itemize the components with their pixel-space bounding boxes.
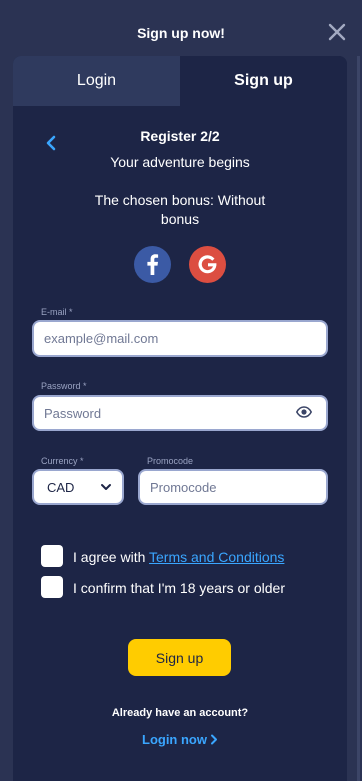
currency-label: Currency * bbox=[41, 456, 84, 466]
scrollbar[interactable] bbox=[357, 56, 360, 781]
signup-card: Login Sign up Register 2/2 Your adventur… bbox=[13, 56, 347, 781]
promocode-field[interactable] bbox=[138, 469, 328, 505]
currency-select[interactable]: CAD bbox=[32, 469, 124, 505]
close-icon bbox=[328, 23, 346, 41]
currency-value: CAD bbox=[47, 480, 75, 495]
google-signup-button[interactable] bbox=[189, 246, 226, 283]
signup-submit-button[interactable]: Sign up bbox=[128, 639, 231, 676]
terms-link[interactable]: Terms and Conditions bbox=[149, 549, 284, 565]
login-now-label: Login now bbox=[142, 732, 207, 747]
facebook-icon bbox=[147, 254, 159, 275]
terms-checkbox[interactable] bbox=[41, 545, 63, 567]
register-step-title: Register 2/2 bbox=[140, 128, 220, 144]
register-subtitle: Your adventure begins bbox=[110, 154, 250, 170]
tab-signup[interactable]: Sign up bbox=[180, 56, 347, 106]
promocode-label: Promocode bbox=[147, 456, 194, 466]
chevron-right-icon bbox=[210, 734, 217, 745]
password-label: Password * bbox=[41, 381, 87, 391]
age-confirm-text: I confirm that I'm 18 years or older bbox=[73, 580, 285, 596]
auth-tabs: Login Sign up bbox=[13, 56, 347, 106]
have-account-text: Already have an account? bbox=[111, 707, 249, 719]
modal-header: Sign up now! bbox=[0, 0, 362, 56]
login-now-link[interactable]: Login now bbox=[13, 732, 347, 747]
email-field[interactable] bbox=[32, 320, 328, 357]
show-password-button[interactable] bbox=[295, 405, 313, 419]
close-button[interactable] bbox=[326, 21, 348, 43]
facebook-signup-button[interactable] bbox=[134, 246, 171, 283]
chosen-bonus-text: The chosen bonus: Without bonus bbox=[94, 192, 266, 227]
email-label: E-mail * bbox=[41, 307, 73, 317]
eye-icon bbox=[295, 406, 313, 418]
terms-agreement-text: I agree with Terms and Conditions bbox=[73, 549, 284, 565]
tab-login[interactable]: Login bbox=[13, 56, 180, 106]
password-field[interactable] bbox=[32, 395, 328, 431]
google-icon bbox=[198, 255, 217, 274]
modal-title: Sign up now! bbox=[137, 25, 225, 41]
terms-agreement-prefix: I agree with bbox=[73, 549, 150, 565]
chevron-down-icon bbox=[101, 484, 111, 490]
age-checkbox[interactable] bbox=[41, 576, 63, 598]
